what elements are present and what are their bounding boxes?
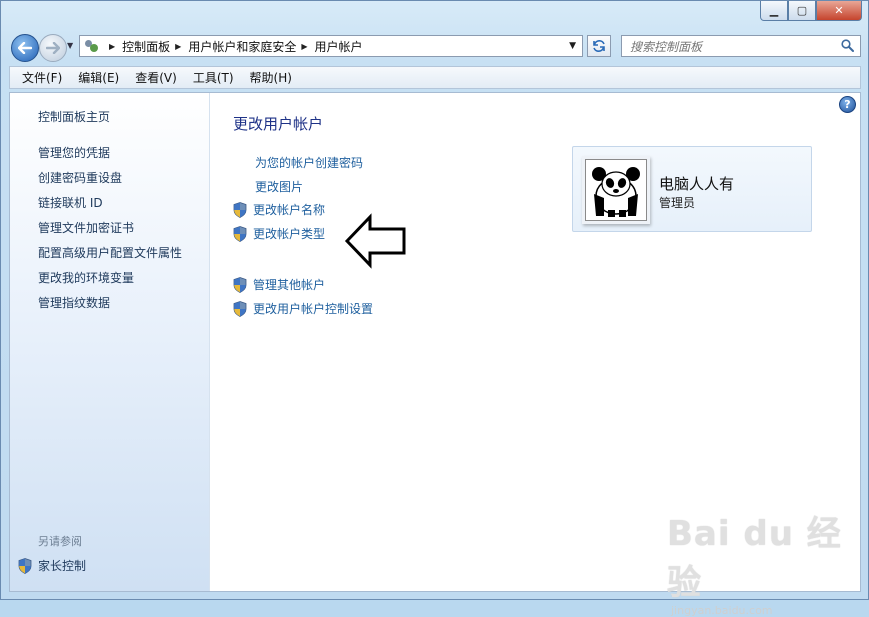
caption-buttons: ▁ ▢ ✕	[760, 1, 862, 21]
refresh-icon[interactable]	[587, 35, 611, 57]
task-manage-other-accounts[interactable]: 管理其他帐户	[233, 276, 325, 293]
task-label[interactable]: 更改用户帐户控制设置	[253, 300, 373, 317]
uac-shield-icon	[233, 201, 247, 218]
sidebar-item-fingerprint-data[interactable]: 管理指纹数据	[38, 294, 110, 311]
chevron-right-icon[interactable]: ▶	[109, 42, 115, 51]
sidebar-item-manage-credentials[interactable]: 管理您的凭据	[38, 144, 110, 161]
forward-arrow-icon[interactable]	[39, 34, 67, 62]
chevron-right-icon[interactable]: ▶	[301, 42, 307, 51]
search-box[interactable]	[621, 35, 861, 57]
task-change-account-name[interactable]: 更改帐户名称	[233, 201, 325, 218]
search-icon[interactable]	[841, 39, 854, 52]
users-folder-icon	[84, 39, 100, 53]
page-title: 更改用户帐户	[233, 115, 324, 133]
task-label[interactable]: 更改帐户类型	[253, 225, 325, 242]
avatar	[585, 159, 647, 221]
uac-shield-icon	[233, 300, 247, 317]
sidebar-item-parental-controls[interactable]: 家长控制	[18, 557, 86, 574]
outline-arrow-icon	[344, 213, 406, 269]
user-role: 管理员	[659, 196, 696, 210]
task-uac-settings[interactable]: 更改用户帐户控制设置	[233, 300, 373, 317]
menu-bar: 文件(F) 编辑(E) 查看(V) 工具(T) 帮助(H)	[9, 66, 861, 89]
watermark-url: jingyan.baidu.com	[671, 604, 773, 617]
menu-file[interactable]: 文件(F)	[22, 69, 62, 86]
watermark-brand: Bai du 经验	[667, 514, 842, 603]
task-label[interactable]: 为您的帐户创建密码	[255, 154, 363, 171]
help-icon[interactable]: ?	[839, 96, 856, 113]
navigation-bar: ▼ ▶ 控制面板 ▶ 用户帐户和家庭安全 ▶ 用户帐户 ▼	[9, 33, 861, 62]
breadcrumb-user-accounts-family-safety[interactable]: 用户帐户和家庭安全	[188, 38, 296, 55]
sidebar-item-advanced-profile-properties[interactable]: 配置高级用户配置文件属性	[38, 244, 182, 261]
search-input[interactable]	[628, 37, 832, 57]
control-panel-window: ▁ ▢ ✕ ▼ ▶ 控制面板 ▶ 用户帐户和家庭安全 ▶ 用户帐户 ▼ 搜索控制…	[0, 0, 869, 617]
panda-logo-icon	[586, 160, 646, 220]
minimize-button[interactable]: ▁	[760, 1, 788, 21]
menu-view[interactable]: 查看(V)	[135, 69, 177, 86]
close-button[interactable]: ✕	[816, 1, 862, 21]
user-account-card: 电脑人人有 管理员	[572, 146, 812, 232]
task-change-picture[interactable]: 更改图片	[233, 178, 303, 195]
chevron-down-icon[interactable]: ▼	[569, 41, 576, 51]
sidebar-item-control-panel-home[interactable]: 控制面板主页	[38, 108, 110, 125]
task-label[interactable]: 更改帐户名称	[253, 201, 325, 218]
sidebar-item-link-online-id[interactable]: 链接联机 ID	[38, 194, 103, 211]
sidebar-item-environment-variables[interactable]: 更改我的环境变量	[38, 269, 134, 286]
maximize-button[interactable]: ▢	[788, 1, 816, 21]
task-change-account-type[interactable]: 更改帐户类型	[233, 225, 325, 242]
baidu-watermark: Bai du 经验 jingyan.baidu.com	[667, 506, 868, 617]
back-arrow-icon[interactable]	[11, 34, 39, 62]
see-also-heading: 另请参阅	[38, 535, 82, 548]
uac-shield-icon	[233, 276, 247, 293]
menu-edit[interactable]: 编辑(E)	[78, 69, 119, 86]
menu-tools[interactable]: 工具(T)	[193, 69, 234, 86]
breadcrumb-control-panel[interactable]: 控制面板	[122, 38, 170, 55]
sidebar-item-create-reset-disk[interactable]: 创建密码重设盘	[38, 169, 122, 186]
uac-shield-icon	[18, 557, 32, 574]
task-label[interactable]: 更改图片	[255, 178, 303, 195]
user-name: 电脑人人有	[659, 175, 735, 193]
sidebar-item-file-encryption-certs[interactable]: 管理文件加密证书	[38, 219, 134, 236]
sidebar-item-label[interactable]: 家长控制	[38, 557, 86, 574]
recent-pages-dropdown-icon[interactable]: ▼	[67, 41, 73, 50]
menu-help[interactable]: 帮助(H)	[250, 69, 292, 86]
task-label[interactable]: 管理其他帐户	[253, 276, 325, 293]
breadcrumb-user-accounts[interactable]: 用户帐户	[315, 38, 363, 55]
address-bar[interactable]: ▶ 控制面板 ▶ 用户帐户和家庭安全 ▶ 用户帐户 ▼	[79, 35, 583, 57]
task-create-password[interactable]: 为您的帐户创建密码	[233, 154, 363, 171]
sidebar: 控制面板主页 管理您的凭据 创建密码重设盘 链接联机 ID 管理文件加密证书 配…	[10, 93, 210, 591]
chevron-right-icon[interactable]: ▶	[175, 42, 181, 51]
uac-shield-icon	[233, 225, 247, 242]
